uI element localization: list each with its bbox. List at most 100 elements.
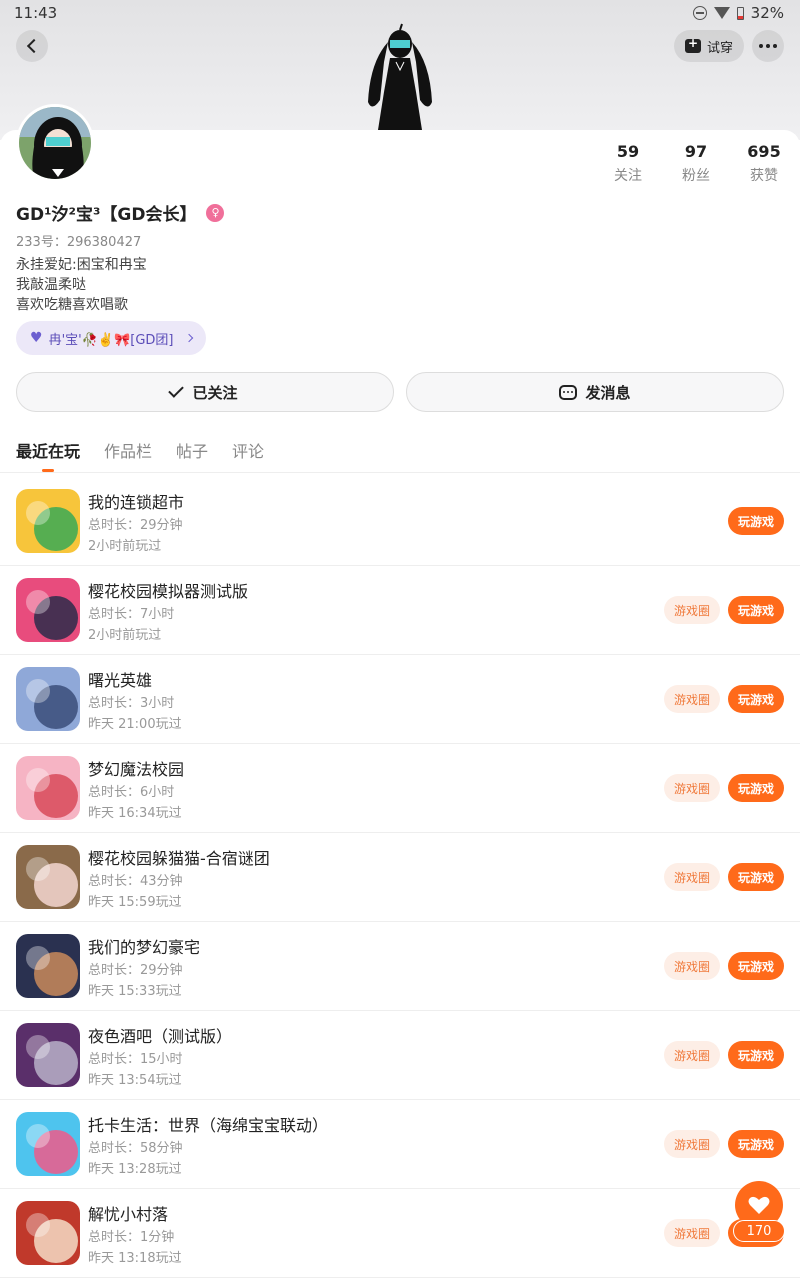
status-time: 11:43 [14,4,58,22]
play-game-button[interactable]: 玩游戏 [728,952,784,980]
game-circle-button[interactable]: 游戏圈 [664,596,720,624]
game-row[interactable]: 梦幻魔法校园总时长：6小时 昨天 16:34玩过 游戏圈 玩游戏 [0,744,800,833]
game-row[interactable]: 我的连锁超市 总时长：29分钟 2小时前玩过 玩游戏 [0,477,800,566]
game-title: 我的连锁超市 [88,493,185,512]
game-row[interactable]: 解忧小村落总时长：1分钟昨天 13:18玩过游戏圈玩游戏 [0,1189,800,1278]
club-badge[interactable]: ♥ 冉'宝'🥀✌️🎀[GD团] [16,321,206,355]
battery-icon [736,6,744,20]
game-row[interactable]: 樱花校园模拟器测试版 总时长：7小时 2小时前玩过 游戏圈 玩游戏 [0,566,800,655]
try-on-button[interactable]: 试穿 [674,30,744,62]
profile-stats: 59 关注 97 粉丝 695 获赞 [608,142,784,185]
more-options-button[interactable] [752,30,784,62]
tab-recently-played[interactable]: 最近在玩 [16,438,80,472]
more-dot-icon [766,44,770,48]
game-last-played: 昨天 13:18玩过 [88,1251,182,1266]
stat-label: 粉丝 [682,168,710,184]
name-row: GD¹汐²宝³【GD会长】 ♀ [16,200,225,225]
game-icon-image [16,845,80,909]
more-dot-icon [773,44,777,48]
game-icon[interactable] [16,1023,80,1087]
game-row[interactable]: 曙光英雄 总时长：3小时 昨天 21:00玩过 游戏圈 玩游戏 [0,655,800,744]
game-icon-image [16,1112,80,1176]
game-row[interactable]: 我们的梦幻豪宅总时长：29分钟 昨天 15:33玩过 游戏圈 玩游戏 [0,922,800,1011]
game-row[interactable]: 樱花校园躲猫猫-合宿谜团 总时长：43分钟 昨天 15:59玩过 游戏圈 玩游戏 [0,833,800,922]
game-icon[interactable] [16,934,80,998]
game-last-played: 昨天 21:00玩过 [88,717,182,732]
game-circle-button[interactable]: 游戏圈 [664,1219,720,1247]
game-last-played: 2小时前玩过 [88,628,162,643]
game-icon[interactable] [16,756,80,820]
play-game-button[interactable]: 玩游戏 [728,863,784,891]
play-game-button[interactable]: 玩游戏 [728,774,784,802]
game-title: 夜色酒吧（测试版） [88,1027,233,1046]
recent-games-list: 我的连锁超市 总时长：29分钟 2小时前玩过 玩游戏 樱花校园模拟器测试版 总时长：7小时… [0,477,800,1278]
send-message-button[interactable]: 发消息 [406,372,784,412]
female-gender-icon: ♀ [206,203,225,222]
battery-percent: 32% [750,4,784,22]
game-last-played: 昨天 13:28玩过 [88,1162,182,1177]
tabs-divider [0,472,800,473]
game-icon[interactable] [16,845,80,909]
game-row[interactable]: 托卡生活：世界（海绵宝宝联动） 总时长：58分钟 昨天 13:28玩过 游戏圈 玩游戏 [0,1100,800,1189]
bio-line: 永挂爱妃:困宝和冉宝 [16,257,147,273]
play-game-button[interactable]: 玩游戏 [728,685,784,713]
stat-following[interactable]: 59 关注 [608,142,648,185]
game-icon[interactable] [16,1112,80,1176]
game-last-played: 昨天 15:33玩过 [88,984,182,999]
stat-number: 695 [747,142,781,161]
game-title: 樱花校园躲猫猫-合宿谜团 [88,849,270,868]
game-title: 梦幻魔法校园 [88,760,185,779]
game-circle-button[interactable]: 游戏圈 [664,863,720,891]
game-icon[interactable] [16,667,80,731]
game-circle-button[interactable]: 游戏圈 [664,952,720,980]
profile-bio: 永挂爱妃:困宝和冉宝 我敲温柔哒 喜欢吃糖喜欢唱歌 [16,255,147,315]
club-name: 冉'宝'🥀✌️🎀[GD团] [48,332,174,348]
check-icon [168,382,185,398]
game-icon[interactable] [16,489,80,553]
send-message-label: 发消息 [585,383,631,402]
game-circle-button[interactable]: 游戏圈 [664,774,720,802]
game-last-played: 昨天 16:34玩过 [88,806,182,821]
stat-label: 关注 [614,168,642,184]
game-duration: 总时长：58分钟 [88,1141,183,1156]
game-icon-image [16,756,80,820]
game-duration: 总时长：29分钟 [88,963,183,978]
game-title: 我们的梦幻豪宅 [88,938,201,957]
avatar[interactable] [16,104,94,182]
game-icon-image [16,934,80,998]
game-last-played: 2小时前玩过 [88,539,162,554]
back-button[interactable] [16,30,48,62]
stat-label: 获赞 [750,168,778,184]
game-title: 曙光英雄 [88,671,153,690]
play-game-button[interactable]: 玩游戏 [728,1041,784,1069]
play-game-button[interactable]: 玩游戏 [728,596,784,624]
game-circle-button[interactable]: 游戏圈 [664,685,720,713]
tab-comments[interactable]: 评论 [232,438,264,472]
game-icon-image [16,489,80,553]
game-icon-image [16,578,80,642]
followed-button[interactable]: 已关注 [16,372,394,412]
game-icon[interactable] [16,1201,80,1265]
game-row[interactable]: 夜色酒吧（测试版） 总时长：15小时 昨天 13:54玩过 游戏圈 玩游戏 [0,1011,800,1100]
bio-line: 喜欢吃糖喜欢唱歌 [16,297,128,313]
game-duration: 总时长：6小时 [88,785,175,800]
followed-label: 已关注 [192,383,238,402]
heart-icon [748,1196,770,1214]
stat-number: 59 [616,142,640,161]
tab-posts[interactable]: 帖子 [176,438,208,472]
play-game-button[interactable]: 玩游戏 [728,507,784,535]
game-circle-button[interactable]: 游戏圈 [664,1130,720,1158]
stat-likes[interactable]: 695 获赞 [744,142,784,185]
stat-followers[interactable]: 97 粉丝 [676,142,716,185]
tab-works[interactable]: 作品栏 [104,438,152,472]
game-title: 托卡生活：世界（海绵宝宝联动） [88,1116,329,1135]
game-circle-button[interactable]: 游戏圈 [664,1041,720,1069]
game-icon[interactable] [16,578,80,642]
user-id: 233号：296380427 [16,235,142,250]
back-chevron-icon [26,38,42,54]
game-icon-image [16,1201,80,1265]
try-on-label: 试穿 [706,40,733,56]
more-dot-icon [759,44,763,48]
play-game-button[interactable]: 玩游戏 [728,1130,784,1158]
game-title: 樱花校园模拟器测试版 [88,582,249,601]
